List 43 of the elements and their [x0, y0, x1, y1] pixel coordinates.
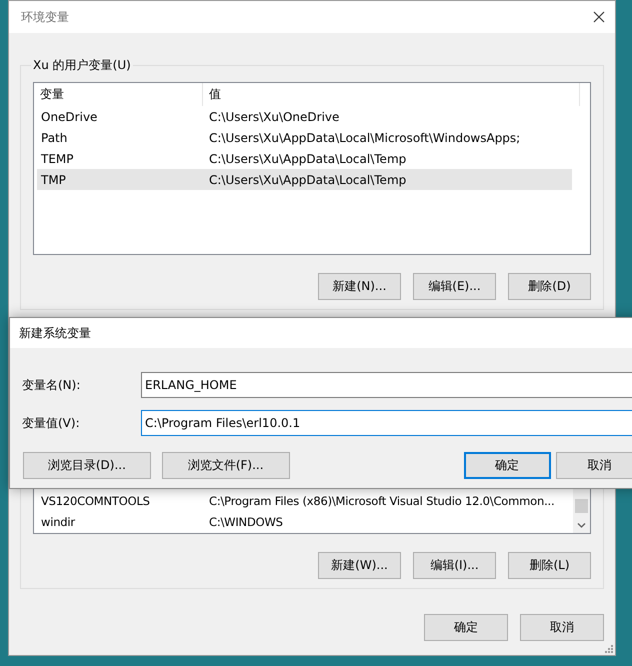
- window-title: 环境变量: [21, 8, 69, 26]
- dialog-button[interactable]: 浏览文件(F)...: [162, 452, 290, 479]
- input-field[interactable]: C:\Program Files\erl10.0.1: [141, 410, 632, 436]
- variable-name: OneDrive: [40, 110, 98, 124]
- list-row[interactable]: TMP C:\Users\Xu\AppData\Local\Temp: [37, 169, 572, 190]
- field-label: 变量值(V):: [22, 414, 81, 432]
- close-icon[interactable]: [593, 11, 605, 23]
- variable-value: C:\Users\Xu\AppData\Local\Temp: [209, 152, 406, 166]
- action-button[interactable]: 删除(D): [508, 273, 591, 300]
- list-row[interactable]: VS120COMNTOOLS C:\Program Files (x86)\Microsoft Visual Studio 12.0\Common...: [37, 490, 572, 511]
- action-button[interactable]: 新建(W)...: [318, 552, 401, 579]
- variable-name: TEMP: [40, 152, 75, 166]
- dialog-button[interactable]: 取消: [520, 614, 604, 641]
- scroll-thumb[interactable]: [575, 499, 588, 513]
- variable-value: C:\Users\Xu\OneDrive: [209, 110, 340, 124]
- variable-value: C:\Users\Xu\AppData\Local\Temp: [209, 172, 406, 186]
- list-row[interactable]: TEMP C:\Users\Xu\AppData\Local\Temp: [37, 148, 572, 169]
- input-field[interactable]: ERLANG_HOME: [141, 372, 632, 398]
- dialog-title: 新建系统变量: [19, 324, 91, 342]
- variable-name: Path: [40, 130, 68, 144]
- variable-name: VS120COMNTOOLS: [40, 494, 151, 508]
- action-button[interactable]: 编辑(I)...: [413, 552, 496, 579]
- column-header[interactable]: 变量: [34, 83, 203, 106]
- dialog-button[interactable]: 取消: [556, 452, 632, 479]
- list-row[interactable]: Path C:\Users\Xu\AppData\Local\Microsoft\WindowsApps;: [37, 127, 572, 148]
- action-button[interactable]: 删除(L): [508, 552, 591, 579]
- action-button[interactable]: 编辑(E)...: [413, 273, 496, 300]
- variable-value: C:\WINDOWS: [209, 514, 283, 528]
- variable-name: TMP: [40, 172, 67, 186]
- dialog-button[interactable]: 确定: [424, 614, 508, 641]
- resize-grip-icon[interactable]: [603, 643, 613, 653]
- action-button[interactable]: 新建(N)...: [318, 273, 401, 300]
- list-row[interactable]: windir C:\WINDOWS: [37, 511, 572, 532]
- group-label: Xu 的用户变量(U): [32, 57, 132, 74]
- dialog-button[interactable]: 确定: [464, 452, 551, 479]
- column-header[interactable]: 值: [203, 83, 580, 106]
- dialog-button[interactable]: 浏览目录(D)...: [23, 452, 151, 479]
- variable-name: windir: [40, 514, 76, 528]
- field-label: 变量名(N):: [22, 376, 82, 394]
- variable-value: C:\Users\Xu\AppData\Local\Microsoft\WindowsApps;: [209, 130, 520, 144]
- list-row[interactable]: OneDrive C:\Users\Xu\OneDrive: [37, 106, 572, 127]
- chevron-down-icon[interactable]: [577, 522, 586, 529]
- variable-value: C:\Program Files (x86)\Microsoft Visual Studio 12.0\Common...: [209, 494, 554, 508]
